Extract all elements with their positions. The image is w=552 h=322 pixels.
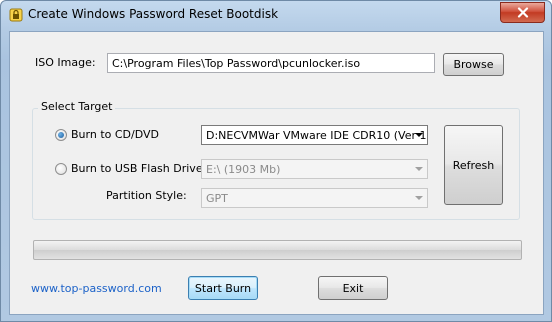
title-bar[interactable]: Create Windows Password Reset Bootdisk bbox=[1, 1, 551, 29]
partition-style-value: GPT bbox=[206, 192, 228, 205]
close-button[interactable] bbox=[500, 2, 545, 23]
chevron-down-icon bbox=[415, 196, 423, 200]
burn-usb-radio[interactable] bbox=[55, 163, 67, 175]
partition-style-select[interactable]: GPT bbox=[201, 188, 428, 208]
burn-usb-label[interactable]: Burn to USB Flash Drive bbox=[71, 162, 203, 175]
browse-button[interactable]: Browse bbox=[443, 53, 504, 76]
window-title: Create Windows Password Reset Bootdisk bbox=[28, 7, 279, 21]
select-target-title: Select Target bbox=[38, 100, 116, 113]
burn-progress-bar bbox=[33, 240, 522, 260]
chevron-down-icon bbox=[415, 167, 423, 171]
start-burn-button[interactable]: Start Burn bbox=[188, 276, 258, 300]
burn-cd-label[interactable]: Burn to CD/DVD bbox=[71, 128, 159, 141]
chevron-down-icon bbox=[415, 133, 423, 137]
cd-drive-select[interactable]: D:NECVMWar VMware IDE CDR10 (Ver 1.00) bbox=[201, 125, 428, 145]
iso-image-label: ISO Image: bbox=[35, 56, 96, 69]
usb-drive-value: E:\ (1903 Mb) bbox=[206, 163, 281, 176]
cd-drive-value: D:NECVMWar VMware IDE CDR10 (Ver 1.00) bbox=[206, 129, 428, 142]
burn-cd-radio[interactable] bbox=[55, 129, 67, 141]
usb-drive-select[interactable]: E:\ (1903 Mb) bbox=[201, 159, 428, 179]
close-icon bbox=[517, 7, 529, 18]
partition-style-label: Partition Style: bbox=[106, 189, 187, 202]
exit-button[interactable]: Exit bbox=[318, 276, 388, 300]
password-reset-app-icon bbox=[9, 8, 23, 22]
refresh-button[interactable]: Refresh bbox=[444, 125, 503, 205]
website-link[interactable]: www.top-password.com bbox=[31, 282, 162, 295]
app-window: Create Windows Password Reset Bootdisk I… bbox=[0, 0, 552, 322]
iso-path-input[interactable] bbox=[107, 53, 435, 73]
dialog-body: ISO Image: Browse Select Target Burn to … bbox=[9, 31, 544, 315]
